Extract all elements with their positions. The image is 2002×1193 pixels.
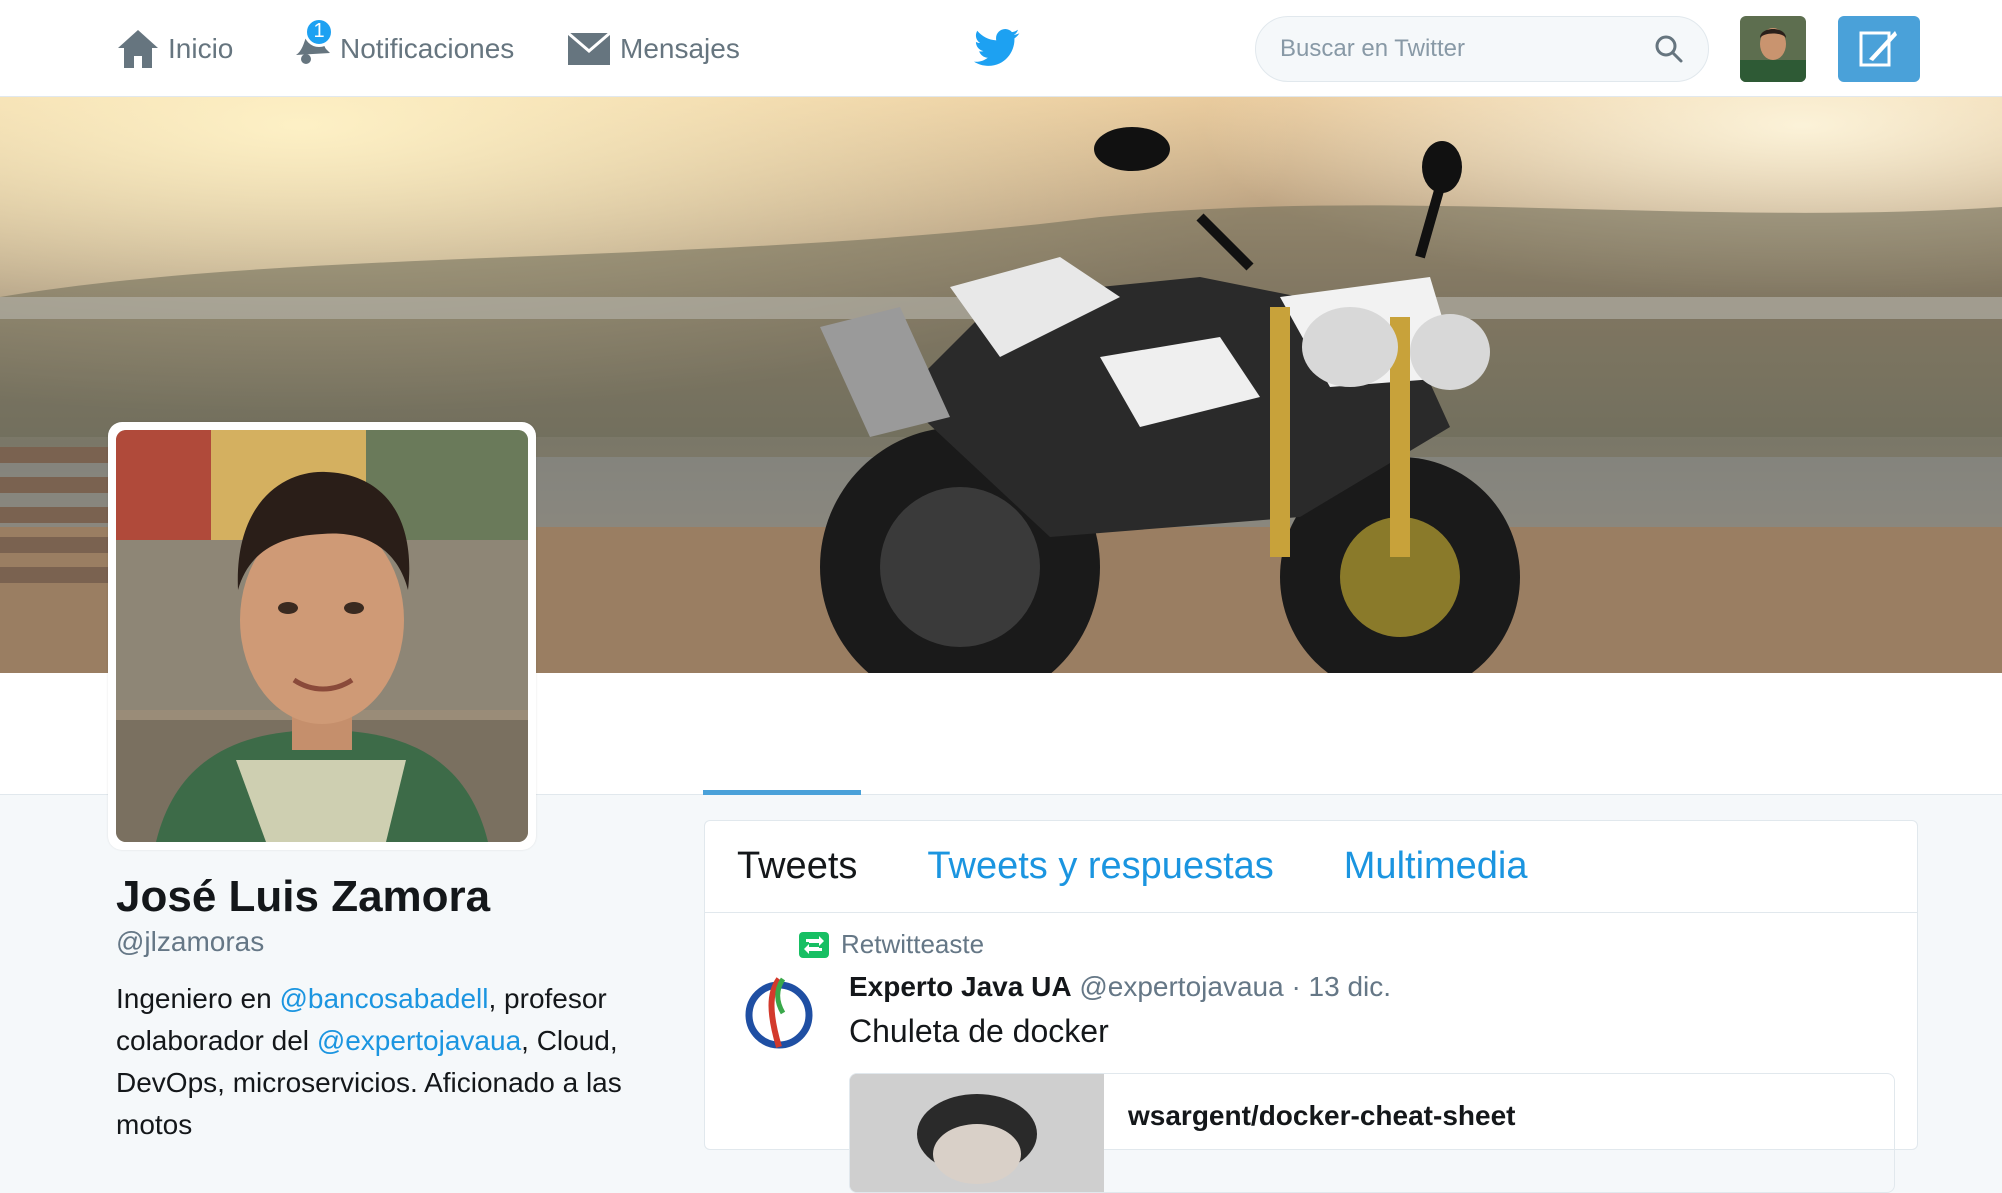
profile-name: José Luis Zamora [116,872,491,921]
compose-tweet-button[interactable] [1838,16,1920,82]
tweet-date[interactable]: · 13 dic. [1291,971,1391,1002]
nav-notifications-label: Notificaciones [340,33,515,64]
nav-notifications[interactable]: 1 Notificaciones [292,16,515,74]
retweet-icon [799,931,829,958]
search-box[interactable] [1255,16,1709,82]
tweet-header: Experto Java UA @expertojavaua · 13 dic. [849,971,1391,1003]
card-thumbnail [850,1074,1104,1192]
top-navigation-bar: Inicio 1 Notificaciones Mensajes [0,0,2002,97]
compose-quill-icon [1859,31,1897,67]
bio-mention-link[interactable]: @expertojavaua [317,1025,521,1056]
user-avatar-menu[interactable] [1740,16,1806,82]
bio-text: Ingeniero en [116,983,280,1014]
nav-home-label: Inicio [168,33,234,64]
notifications-badge: 1 [304,16,334,47]
tab-tweets-and-replies[interactable]: Tweets y respuestas [927,845,1273,888]
tweet-author-handle[interactable]: @expertojavaua [1079,971,1283,1002]
search-icon[interactable] [1654,34,1684,64]
twitter-logo[interactable] [974,28,1020,73]
tweet-author-name[interactable]: Experto Java UA [849,971,1072,1002]
notifications-icon-wrap: 1 [292,16,340,74]
twitter-bird-icon [974,29,1020,66]
active-tab-indicator [703,790,861,795]
bio-mention-link[interactable]: @bancosabadell [279,983,488,1014]
nav-messages[interactable]: Mensajes [566,26,740,72]
tweet-text: Chuleta de docker [849,1013,1109,1049]
card-title: wsargent/docker-cheat-sheet [1128,1100,1516,1131]
nav-messages-label: Mensajes [620,33,740,64]
search-input[interactable] [1280,35,1654,63]
home-icon [118,30,158,68]
experto-java-logo-icon [745,977,813,1049]
retweet-context: Retwitteaste [799,929,984,960]
profile-photo[interactable] [108,422,536,850]
profile-handle: @jlzamoras [116,926,265,957]
retweet-label: Retwitteaste [841,929,985,959]
tab-tweets[interactable]: Tweets [737,845,857,888]
envelope-icon [567,31,611,65]
link-card[interactable]: wsargent/docker-cheat-sheet [849,1073,1895,1193]
profile-bio: Ingeniero en @bancosabadell, profesor co… [116,978,656,1146]
avatar [1740,16,1806,82]
timeline: Tweets Tweets y respuestas Multimedia Re… [704,820,1918,1193]
avatar [116,430,528,842]
tab-media[interactable]: Multimedia [1344,845,1528,888]
tweet-author-avatar[interactable] [739,973,819,1053]
timeline-tabs: Tweets Tweets y respuestas Multimedia [705,821,1917,913]
nav-home[interactable]: Inicio [116,26,233,72]
